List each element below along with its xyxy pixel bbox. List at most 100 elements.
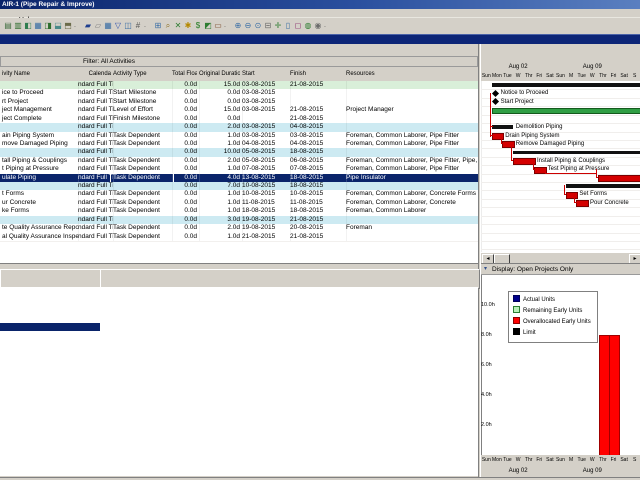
bars-icon[interactable]: ▰ bbox=[83, 20, 93, 32]
cell-start: 03-08-2015 bbox=[240, 81, 291, 89]
cell-res bbox=[344, 81, 478, 89]
cell-atype: Task Dependent bbox=[111, 174, 173, 182]
panes-icon[interactable]: ▯ bbox=[283, 20, 293, 32]
histogram-legend: Actual Units Remaining Early Units Overall… bbox=[508, 291, 598, 343]
layout-icon[interactable]: ▱ bbox=[93, 20, 103, 32]
cell-tf: 0.0d bbox=[170, 115, 200, 123]
split-pane-icon[interactable]: ⊟ bbox=[263, 20, 273, 32]
wbs-band-row[interactable]: ndard Full Time0.0d7.0d10-08-201518-08-2… bbox=[0, 182, 478, 190]
expand-icon[interactable]: ✛ bbox=[273, 20, 283, 32]
y-axis-tick-label: 8.0h bbox=[481, 332, 495, 338]
zoom-fit-icon[interactable]: ⊙ bbox=[253, 20, 263, 32]
cell-finish: 18-08-2015 bbox=[288, 148, 347, 156]
column-header-od[interactable]: Original Duration bbox=[197, 67, 245, 81]
columns-icon[interactable]: ▦ bbox=[103, 20, 113, 32]
cell-start: 18-08-2015 bbox=[240, 207, 291, 215]
gantt-chart-area: Notice to ProceedStart ProjectDemolition… bbox=[481, 81, 640, 252]
cell-name: ject Management bbox=[0, 106, 79, 114]
gantt-bar-task[interactable] bbox=[492, 133, 505, 140]
histogram-timescale-days[interactable]: SunMonTueWThrFriSatSunMTueWThrFriSatS bbox=[481, 455, 640, 466]
open-icon[interactable]: ▥ bbox=[13, 20, 23, 32]
close-out-icon[interactable]: ✕ bbox=[173, 20, 183, 32]
project-summary-row[interactable]: ndard Full Time0.0d15.0d03-08-201521-08-… bbox=[0, 81, 478, 89]
gantt-bar-summary[interactable] bbox=[492, 125, 513, 129]
save-icon[interactable]: ◧ bbox=[23, 20, 33, 32]
cell-atype: Task Dependent bbox=[111, 132, 173, 140]
histogram-bar[interactable] bbox=[599, 335, 610, 455]
gantt-timescale-weeks[interactable]: Aug 02Aug 09 bbox=[481, 63, 640, 71]
wbs-band-row[interactable]: ndard Full Time0.0d3.0d19-08-201521-08-2… bbox=[0, 216, 478, 224]
column-header-res[interactable]: Resources bbox=[344, 67, 483, 81]
wbs-band-row[interactable]: ndard Full Time0.0d2.0d03-08-201504-08-2… bbox=[0, 123, 478, 131]
cell-tf: 0.0d bbox=[170, 148, 200, 156]
histogram-bar[interactable] bbox=[609, 335, 620, 455]
cell-start: 03-08-2015 bbox=[240, 98, 291, 106]
group-sort-icon[interactable]: ◫ bbox=[123, 20, 133, 32]
resource-list-header-col2[interactable] bbox=[100, 269, 480, 289]
zoom-out-icon[interactable]: ⊖ bbox=[243, 20, 253, 32]
cell-start: 03-08-2015 bbox=[240, 132, 291, 140]
resources-icon[interactable]: ◩ bbox=[203, 20, 213, 32]
cell-res bbox=[344, 182, 478, 190]
gantt-bar-summary[interactable] bbox=[566, 184, 640, 188]
table-icon[interactable]: ⊞ bbox=[153, 20, 163, 32]
cell-atype: Task Dependent bbox=[111, 165, 173, 173]
new-project-icon[interactable]: ▤ bbox=[3, 20, 13, 32]
find-icon[interactable]: ⌕ bbox=[163, 20, 173, 32]
cell-start: 05-08-2015 bbox=[240, 157, 291, 165]
column-header-start[interactable]: Start bbox=[240, 67, 293, 81]
legend-label: Remaining Early Units bbox=[523, 308, 582, 314]
cell-calendar: ndard Full Time bbox=[76, 233, 114, 241]
gantt-bar-task[interactable] bbox=[576, 200, 589, 207]
cell-name bbox=[0, 216, 79, 224]
schedule-icon[interactable]: $ bbox=[193, 20, 203, 32]
cell-finish: 06-08-2015 bbox=[288, 157, 347, 165]
toolbar-group-3: ⊞⌕✕✱$◩▭. bbox=[153, 20, 226, 32]
zoom-in-icon[interactable]: ⊕ bbox=[233, 20, 243, 32]
help-icon[interactable]: ◉ bbox=[313, 20, 323, 32]
legend-item: Actual Units bbox=[513, 295, 555, 305]
cell-od: 1.0d bbox=[197, 199, 243, 207]
window-titlebar[interactable]: AIR-1 (Pipe Repair & Improve) bbox=[0, 0, 640, 9]
resource-selected-row[interactable] bbox=[0, 323, 100, 331]
column-header-finish[interactable]: Finish bbox=[288, 67, 349, 81]
copy-icon[interactable]: ◨ bbox=[43, 20, 53, 32]
cell-od: 15.0d bbox=[197, 81, 243, 89]
cell-name bbox=[0, 123, 79, 131]
report-icon[interactable]: ▭ bbox=[213, 20, 223, 32]
cell-atype: Task Dependent bbox=[111, 224, 173, 232]
relationship-line bbox=[511, 160, 513, 161]
filter-bar[interactable]: Filter: All Activities bbox=[0, 56, 478, 67]
print-icon[interactable]: ▦ bbox=[33, 20, 43, 32]
gantt-bar-task[interactable] bbox=[566, 192, 579, 199]
resource-list-header-col1[interactable] bbox=[0, 269, 102, 289]
line-numbers-icon[interactable]: # bbox=[133, 20, 143, 32]
activity-row[interactable]: ulate Pipingndard Full TimeTask Dependen… bbox=[0, 174, 478, 182]
activity-table-body: ndard Full Time0.0d15.0d03-08-201521-08-… bbox=[0, 81, 478, 263]
global-icon[interactable]: ◍ bbox=[303, 20, 313, 32]
cell-calendar: ndard Full Time bbox=[76, 207, 114, 215]
display-options-bar[interactable]: ▾ Display: Open Projects Only bbox=[481, 263, 640, 275]
gantt-bar-task[interactable] bbox=[598, 175, 640, 182]
wbs-band-row[interactable]: ndard Full Time0.0d10.0d05-08-201518-08-… bbox=[0, 148, 478, 156]
histogram-timescale-weeks[interactable]: Aug 02Aug 09 bbox=[481, 466, 640, 477]
gantt-bar-loe[interactable] bbox=[492, 108, 640, 115]
legend-label: Actual Units bbox=[523, 297, 555, 303]
gantt-timescale-days[interactable]: SunMonTueWThrFriSatSunMTueWThrFriSatS bbox=[481, 71, 640, 81]
cut-icon[interactable]: ⬓ bbox=[53, 20, 63, 32]
gantt-bar-summary[interactable] bbox=[492, 83, 640, 87]
gantt-horizontal-scrollbar[interactable]: ◂▸ bbox=[481, 252, 640, 263]
column-header-atype[interactable]: Activity Type bbox=[111, 67, 175, 81]
gantt-bar-task[interactable] bbox=[502, 141, 515, 148]
gantt-bar-summary[interactable] bbox=[513, 151, 640, 155]
filter-icon[interactable]: ▽ bbox=[113, 20, 123, 32]
legend-label: Overallocated Early Units bbox=[523, 319, 591, 325]
cell-name: tall Piping & Couplings bbox=[0, 157, 79, 165]
paste-icon[interactable]: ⬒ bbox=[63, 20, 73, 32]
column-header-name[interactable]: ivity Name bbox=[0, 67, 81, 81]
notebook-icon[interactable]: ◻ bbox=[293, 20, 303, 32]
column-header-calendar[interactable]: Calendar bbox=[76, 67, 116, 81]
refresh-icon[interactable]: ✱ bbox=[183, 20, 193, 32]
activity-row[interactable]: al Quality Assurance Inspectionndard Ful… bbox=[0, 233, 478, 242]
toolbar-group-2: ▰▱▦▽◫#. bbox=[83, 20, 146, 32]
